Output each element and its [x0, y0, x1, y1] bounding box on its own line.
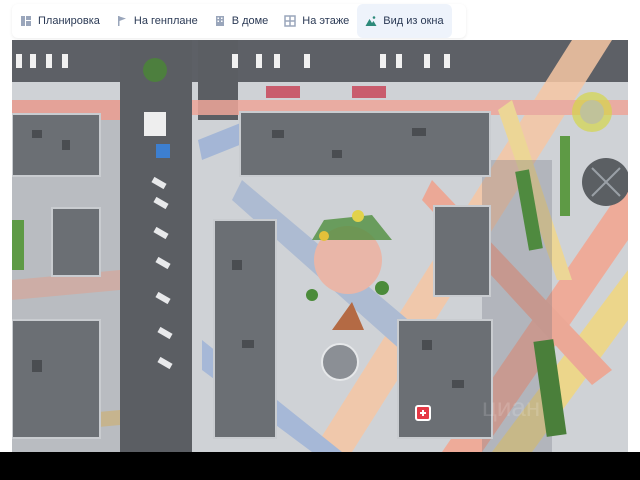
apartment-marker-icon[interactable]: [415, 405, 431, 421]
mountain-icon: [365, 15, 377, 27]
tab-site-plan[interactable]: На генплане: [108, 4, 206, 38]
tab-window-view[interactable]: Вид из окна: [357, 4, 452, 38]
tab-in-house[interactable]: В доме: [206, 4, 277, 38]
building-icon: [214, 15, 226, 27]
bottom-bar: [0, 452, 640, 480]
layout-icon: [20, 15, 32, 27]
tab-on-floor-label: На этаже: [302, 15, 350, 27]
tab-in-house-label: В доме: [231, 15, 269, 27]
tab-on-floor[interactable]: На этаже: [276, 4, 357, 38]
view-tabs: Планировка На генплане В доме На этаже В…: [12, 4, 466, 38]
flag-icon: [116, 15, 128, 27]
svg-text:циан: циан: [482, 392, 540, 422]
site-plan-aerial: циан: [12, 40, 628, 452]
tab-window-view-label: Вид из окна: [383, 15, 444, 27]
tab-layout[interactable]: Планировка: [12, 4, 108, 38]
site-plan-map[interactable]: циан: [12, 40, 628, 452]
tab-site-plan-label: На генплане: [133, 15, 198, 27]
tab-layout-label: Планировка: [38, 15, 100, 27]
floor-icon: [284, 15, 297, 27]
